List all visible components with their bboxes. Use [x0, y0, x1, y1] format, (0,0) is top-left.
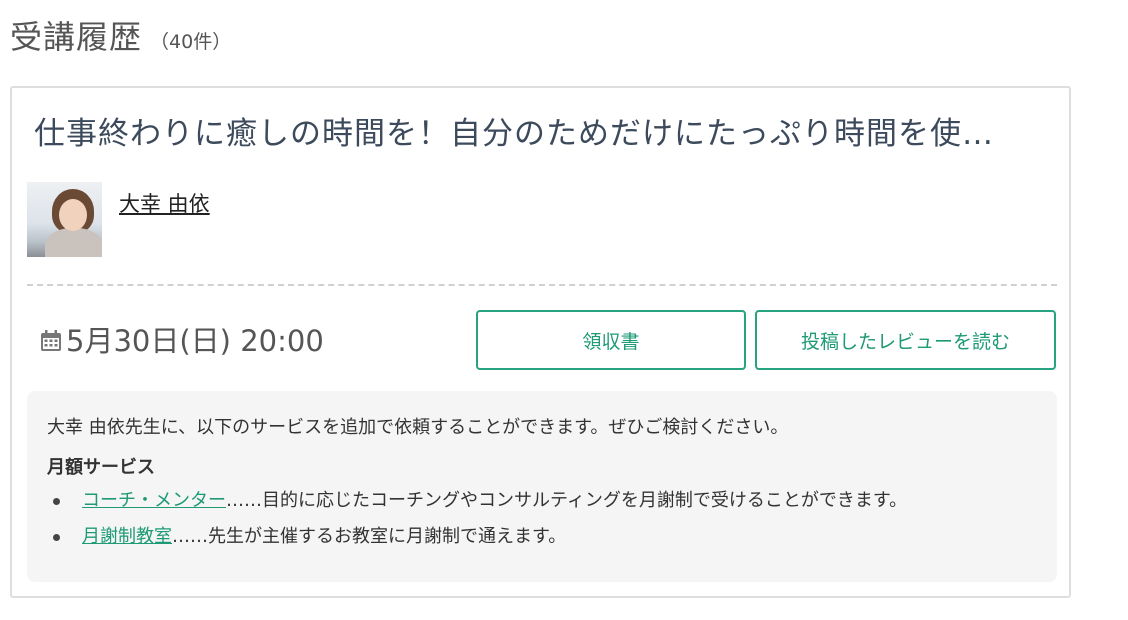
- teacher-avatar[interactable]: [27, 182, 102, 257]
- history-count: （40件）: [150, 31, 232, 53]
- calendar-icon: [41, 330, 61, 351]
- receipt-button[interactable]: 領収書: [476, 310, 746, 370]
- page-title: 受講履歴: [10, 18, 143, 56]
- list-item: コーチ・メンター ……目的に応じたコーチングやコンサルティングを月謝制で受けるこ…: [47, 487, 1037, 515]
- monthly-class-link[interactable]: 月謝制教室: [82, 523, 172, 551]
- dashed-divider: [27, 284, 1057, 286]
- date-text: 5月30日(日) 20:00: [66, 324, 324, 358]
- service-description: ……先生が主催するお教室に月謝制で通えます。: [172, 526, 567, 547]
- bullet-icon: [53, 497, 60, 505]
- list-item: 月謝制教室 ……先生が主催するお教室に月謝制で通えます。: [47, 523, 1037, 551]
- bullet-icon: [53, 533, 60, 541]
- teacher-info: 大幸 由依: [27, 182, 210, 257]
- lesson-card: 仕事終わりに癒しの時間を！自分のためだけにたっぷり時間を使… 大幸 由依 5月3…: [10, 86, 1071, 598]
- service-description: ……目的に応じたコーチングやコンサルティングを月謝制で受けることができます。: [226, 490, 908, 511]
- monthly-services-heading: 月額サービス: [47, 457, 155, 478]
- coach-mentor-link[interactable]: コーチ・メンター: [82, 487, 226, 515]
- page-header: 受講履歴 （40件）: [10, 12, 231, 58]
- teacher-name-link[interactable]: 大幸 由依: [119, 188, 210, 257]
- lesson-date: 5月30日(日) 20:00: [40, 318, 324, 360]
- services-intro: 大幸 由依先生に、以下のサービスを追加で依頼することができます。ぜひご検討くださ…: [47, 417, 789, 438]
- course-title[interactable]: 仕事終わりに癒しの時間を！自分のためだけにたっぷり時間を使…: [34, 108, 1054, 153]
- additional-services-box: 大幸 由依先生に、以下のサービスを追加で依頼することができます。ぜひご検討くださ…: [27, 391, 1057, 582]
- service-list: コーチ・メンター ……目的に応じたコーチングやコンサルティングを月謝制で受けるこ…: [47, 487, 1037, 551]
- read-review-button[interactable]: 投稿したレビューを読む: [755, 310, 1056, 370]
